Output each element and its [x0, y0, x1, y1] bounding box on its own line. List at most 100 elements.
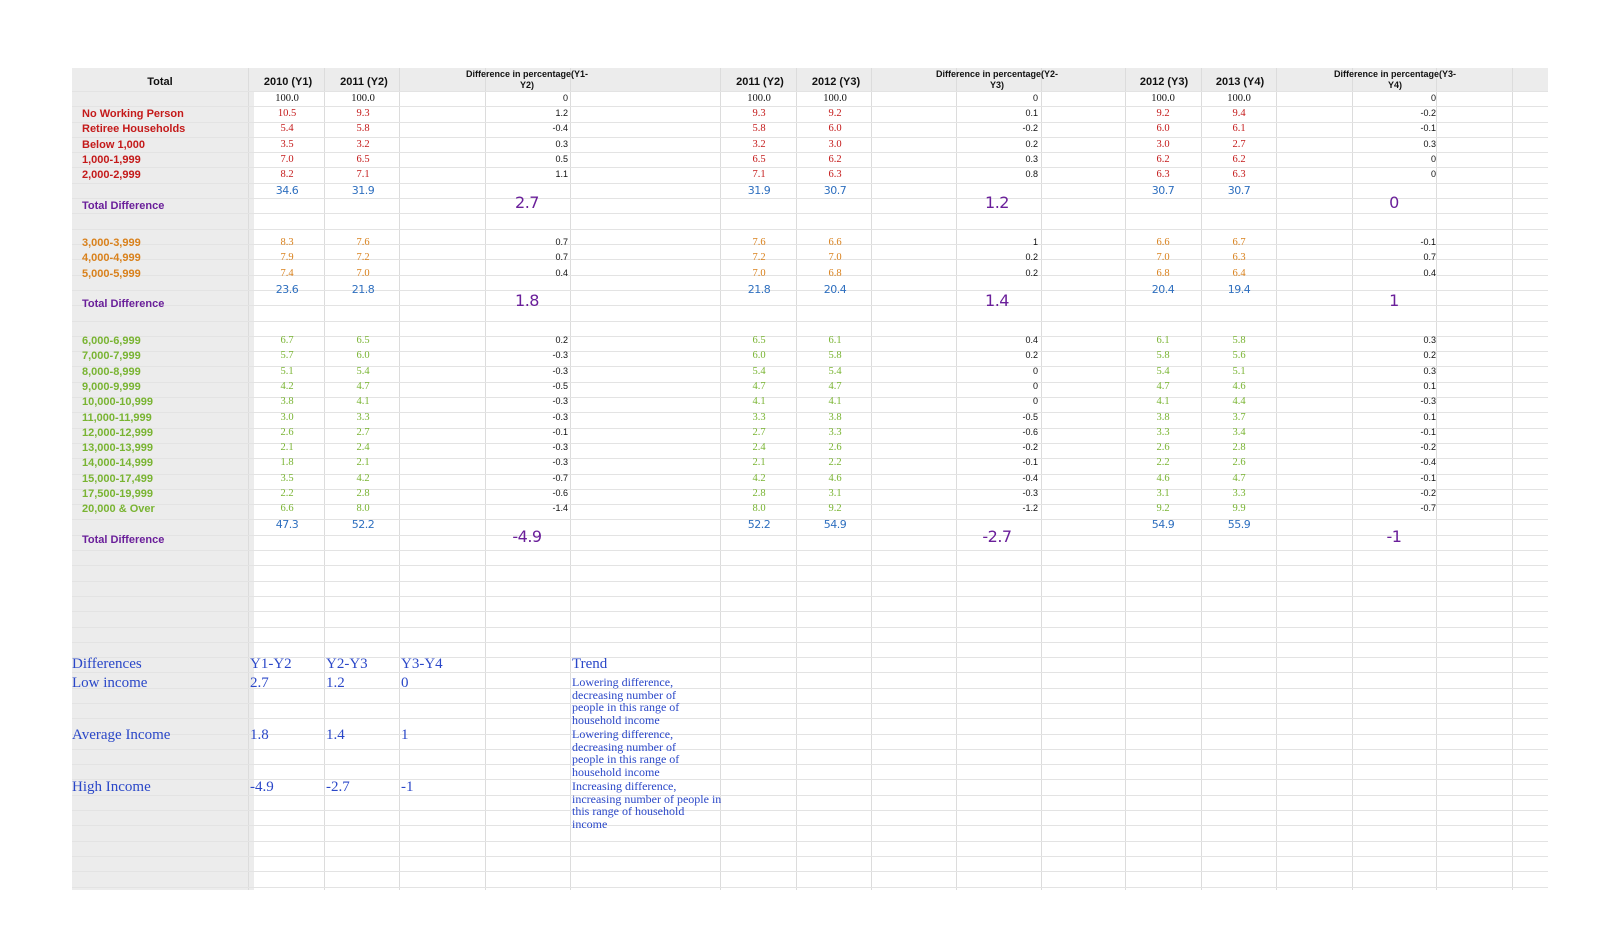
- difference-cell[interactable]: -0.3: [484, 350, 568, 360]
- value-cell[interactable]: 5.4: [722, 366, 796, 377]
- value-cell[interactable]: 3.0: [1126, 139, 1200, 150]
- value-cell[interactable]: 7.0: [250, 154, 324, 165]
- difference-cell[interactable]: 0.5: [484, 154, 568, 164]
- value-cell[interactable]: 9.2: [798, 108, 872, 119]
- header-total[interactable]: Total: [72, 76, 248, 88]
- value-cell[interactable]: 100.0: [798, 93, 872, 104]
- value-cell[interactable]: 6.8: [798, 268, 872, 279]
- difference-cell[interactable]: 0.8: [954, 169, 1038, 179]
- difference-cell[interactable]: 0: [1352, 154, 1436, 164]
- total-difference-value[interactable]: -4.9: [487, 527, 567, 546]
- value-cell[interactable]: 100.0: [1126, 93, 1200, 104]
- difference-cell[interactable]: -0.7: [1352, 503, 1436, 513]
- value-cell[interactable]: 9.9: [1202, 503, 1276, 514]
- value-cell[interactable]: 9.2: [1126, 503, 1200, 514]
- difference-cell[interactable]: -0.3: [1352, 396, 1436, 406]
- row-label[interactable]: 12,000-12,999: [72, 427, 153, 439]
- difference-cell[interactable]: -0.4: [954, 473, 1038, 483]
- difference-cell[interactable]: 0.7: [484, 237, 568, 247]
- difference-cell[interactable]: -0.2: [1352, 488, 1436, 498]
- difference-cell[interactable]: 0.4: [1352, 268, 1436, 278]
- value-cell[interactable]: 4.6: [1202, 381, 1276, 392]
- header-2013-y4[interactable]: 2013 (Y4): [1202, 76, 1278, 88]
- difference-cell[interactable]: -0.1: [1352, 237, 1436, 247]
- total-difference-value[interactable]: 1.8: [487, 291, 567, 310]
- subtotal-cell[interactable]: 30.7: [1202, 184, 1276, 197]
- difference-cell[interactable]: 0.3: [484, 139, 568, 149]
- subtotal-cell[interactable]: 47.3: [250, 518, 324, 531]
- value-cell[interactable]: 2.7: [722, 427, 796, 438]
- row-label[interactable]: 13,000-13,999: [72, 442, 153, 454]
- value-cell[interactable]: 2.2: [1126, 457, 1200, 468]
- difference-cell[interactable]: 1.2: [484, 108, 568, 118]
- value-cell[interactable]: 2.7: [326, 427, 400, 438]
- value-cell[interactable]: 5.8: [722, 123, 796, 134]
- row-label[interactable]: 1,000-1,999: [72, 154, 141, 166]
- value-cell[interactable]: 3.2: [722, 139, 796, 150]
- header-2011-y2[interactable]: 2011 (Y2): [326, 76, 402, 88]
- row-label[interactable]: 8,000-8,999: [72, 366, 141, 378]
- value-cell[interactable]: 3.8: [798, 412, 872, 423]
- total-difference-label[interactable]: Total Difference: [72, 298, 164, 310]
- value-cell[interactable]: 6.0: [326, 350, 400, 361]
- row-label[interactable]: 11,000-11,999: [72, 412, 152, 424]
- summary-low-income-label[interactable]: Low income: [72, 675, 147, 692]
- value-cell[interactable]: 6.5: [326, 154, 400, 165]
- subtotal-cell[interactable]: 31.9: [722, 184, 796, 197]
- difference-cell[interactable]: -0.2: [1352, 442, 1436, 452]
- row-label[interactable]: 3,000-3,999: [72, 237, 141, 249]
- value-cell[interactable]: 4.7: [1202, 473, 1276, 484]
- value-cell[interactable]: 2.8: [326, 488, 400, 499]
- value-cell[interactable]: 6.7: [1202, 237, 1276, 248]
- value-cell[interactable]: 6.7: [250, 335, 324, 346]
- total-difference-value[interactable]: 1: [1354, 291, 1434, 310]
- value-cell[interactable]: 6.5: [722, 154, 796, 165]
- value-cell[interactable]: 100.0: [326, 93, 400, 104]
- difference-cell[interactable]: -0.1: [954, 457, 1038, 467]
- value-cell[interactable]: 100.0: [1202, 93, 1276, 104]
- difference-cell[interactable]: -0.2: [954, 442, 1038, 452]
- value-cell[interactable]: 6.2: [798, 154, 872, 165]
- difference-cell[interactable]: -0.4: [484, 123, 568, 133]
- header-diff-y3-y4[interactable]: Difference in percentage(Y3-Y4): [1330, 69, 1460, 91]
- value-cell[interactable]: 4.1: [326, 396, 400, 407]
- value-cell[interactable]: 3.1: [798, 488, 872, 499]
- value-cell[interactable]: 6.1: [1126, 335, 1200, 346]
- subtotal-cell[interactable]: 21.8: [722, 283, 796, 296]
- value-cell[interactable]: 6.2: [1126, 154, 1200, 165]
- value-cell[interactable]: 6.3: [1202, 252, 1276, 263]
- value-cell[interactable]: 2.7: [1202, 139, 1276, 150]
- value-cell[interactable]: 5.1: [250, 366, 324, 377]
- row-label[interactable]: 10,000-10,999: [72, 396, 153, 408]
- subtotal-cell[interactable]: 23.6: [250, 283, 324, 296]
- difference-cell[interactable]: 0.2: [954, 268, 1038, 278]
- difference-cell[interactable]: 0.3: [1352, 139, 1436, 149]
- value-cell[interactable]: 3.8: [1126, 412, 1200, 423]
- total-difference-value[interactable]: 1.2: [957, 193, 1037, 212]
- difference-cell[interactable]: 0.1: [1352, 381, 1436, 391]
- row-label[interactable]: 4,000-4,999: [72, 252, 141, 264]
- summary-header-y3-y4[interactable]: Y3-Y4: [401, 656, 443, 673]
- value-cell[interactable]: 7.4: [250, 268, 324, 279]
- total-difference-value[interactable]: -2.7: [957, 527, 1037, 546]
- value-cell[interactable]: 3.5: [250, 139, 324, 150]
- value-cell[interactable]: 7.1: [326, 169, 400, 180]
- header-2010-y1[interactable]: 2010 (Y1): [250, 76, 326, 88]
- summary-average-income-y3-y4[interactable]: 1: [401, 727, 409, 744]
- subtotal-cell[interactable]: 20.4: [1126, 283, 1200, 296]
- summary-low-income-y3-y4[interactable]: 0: [401, 675, 409, 692]
- value-cell[interactable]: 3.3: [798, 427, 872, 438]
- summary-low-income-trend[interactable]: Lowering difference, decreasing number o…: [572, 676, 700, 726]
- value-cell[interactable]: 5.4: [250, 123, 324, 134]
- difference-cell[interactable]: 0.3: [1352, 366, 1436, 376]
- spreadsheet[interactable]: Total 2010 (Y1) 2011 (Y2) Difference in …: [72, 68, 1548, 890]
- summary-high-income-trend[interactable]: Increasing difference, increasing number…: [572, 780, 722, 830]
- summary-high-income-y2-y3[interactable]: -2.7: [326, 779, 350, 796]
- difference-cell[interactable]: 0: [1352, 169, 1436, 179]
- difference-cell[interactable]: -0.2: [954, 123, 1038, 133]
- row-label[interactable]: 7,000-7,999: [72, 350, 141, 362]
- value-cell[interactable]: 3.0: [250, 412, 324, 423]
- value-cell[interactable]: 7.0: [798, 252, 872, 263]
- value-cell[interactable]: 6.3: [798, 169, 872, 180]
- value-cell[interactable]: 9.3: [326, 108, 400, 119]
